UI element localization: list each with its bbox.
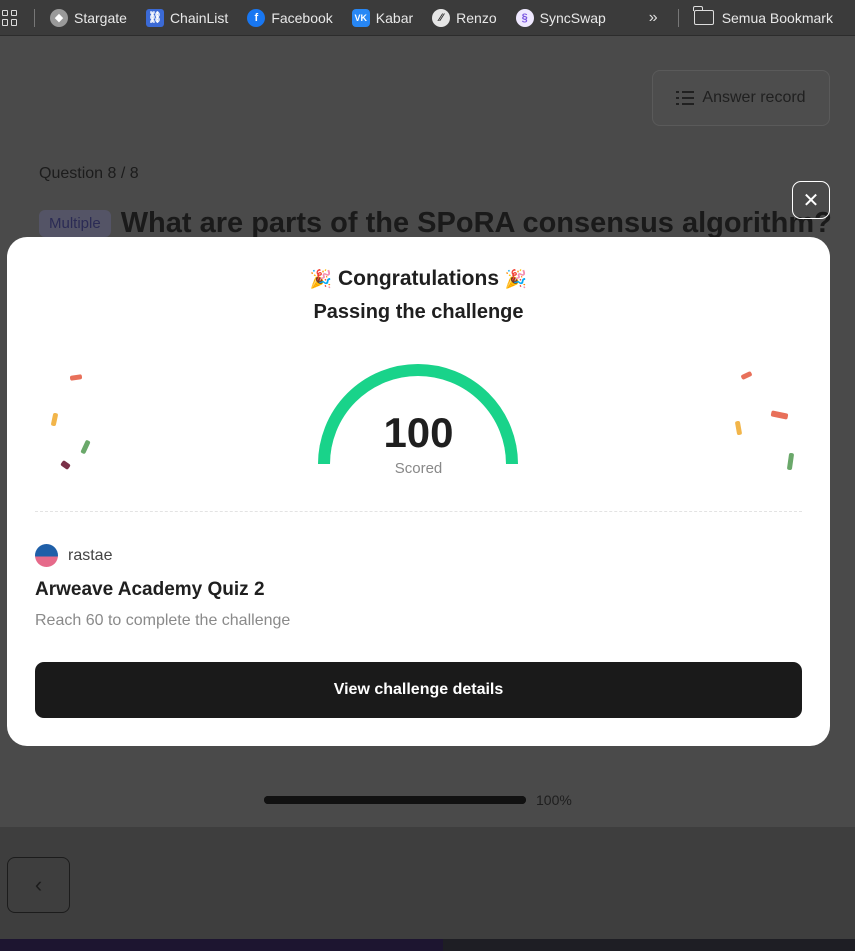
more-bookmarks-icon[interactable]: » [649,9,658,27]
answer-record-label: Answer record [702,89,806,106]
quiz-title: Arweave Academy Quiz 2 [35,579,265,600]
apps-grid-icon[interactable] [2,9,18,26]
answer-record-button[interactable]: Answer record [652,70,830,126]
question-type-badge: Multiple [39,210,111,237]
close-modal-button[interactable]: ✕ [792,181,830,219]
bookmark-chainlist[interactable]: ⛓ ChainList [145,8,229,27]
creator-row: rastae [35,544,112,567]
bookmark-syncswap[interactable]: § SyncSwap [515,8,606,27]
folder-label: Semua Bookmark [721,9,833,26]
bookmark-kabar[interactable]: VK Kabar [351,8,414,27]
view-challenge-details-button[interactable]: View challenge details [35,662,802,718]
view-challenge-details-label: View challenge details [333,681,504,698]
taskbar-strip [0,939,855,951]
bookmark-label: Renzo [456,9,497,26]
avatar [35,544,58,567]
modal-title: 🎉 Congratulations 🎉 [7,267,830,291]
folder-icon [693,6,714,25]
bookmarks-separator [677,8,679,27]
modal-divider [35,511,802,512]
chevron-left-icon: ‹ [34,872,43,897]
taskbar-segment [0,939,443,951]
bottom-navigation: ‹ [0,827,855,939]
chainlist-icon: ⛓ [145,8,164,27]
vk-icon: VK [351,8,370,27]
bookmark-label: Kabar [375,9,414,26]
bookmark-label: Stargate [74,9,127,26]
close-icon: ✕ [802,189,820,212]
question-counter: Question 8 / 8 [39,165,139,182]
bookmark-label: ChainList [169,9,229,26]
confetti-piece [740,370,753,381]
question-header: Multiple What are parts of the SPoRA con… [39,207,832,240]
progress-fill [264,796,526,804]
score-value: 100 [383,409,454,456]
facebook-icon: f [247,8,266,27]
bookmark-label: Facebook [271,9,333,26]
username: rastae [68,546,113,564]
progress-label: 100% [536,792,572,808]
congratulations-text: Congratulations [338,267,499,290]
quiz-progress-bar [264,796,526,804]
result-modal: 🎉 Congratulations 🎉 Passing the challeng… [7,237,830,746]
bookmark-facebook[interactable]: f Facebook [247,8,333,27]
renzo-icon: ⁄⁄ [432,8,451,27]
all-bookmarks-folder[interactable]: Semua Bookmark [693,6,833,26]
bookmark-stargate[interactable]: ◆ Stargate [50,8,127,27]
party-popper-icon: 🎉 [309,269,333,289]
bookmark-renzo[interactable]: ⁄⁄ Renzo [432,8,497,27]
score-label: Scored [394,460,443,477]
syncswap-icon: § [515,8,534,27]
quiz-description: Reach 60 to complete the challenge [35,612,291,629]
bookmarks-separator [34,8,35,27]
list-icon [676,91,695,105]
stargate-icon: ◆ [50,8,68,27]
bookmark-label: SyncSwap [539,9,606,26]
confetti-piece [69,374,83,381]
party-popper-icon: 🎉 [504,269,528,289]
question-title: What are parts of the SPoRA consensus al… [120,207,832,239]
modal-subtitle: Passing the challenge [313,301,524,323]
bookmarks-bar: ◆ Stargate ⛓ ChainList f Facebook VK Kab… [0,0,855,36]
previous-question-button[interactable]: ‹ [7,857,70,913]
